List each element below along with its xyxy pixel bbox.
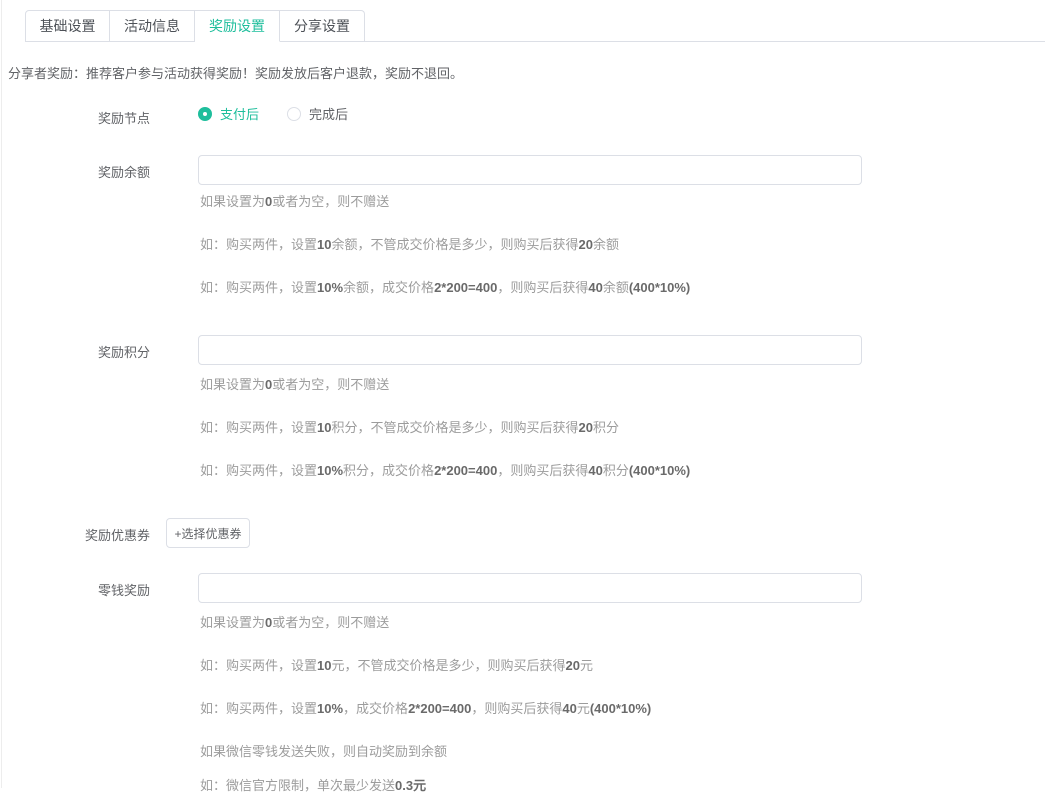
- cash-reward-input[interactable]: [198, 573, 862, 603]
- sharer-reward-intro: 分享者奖励：推荐客户参与活动获得奖励！奖励发放后客户退款，奖励不退回。: [8, 63, 463, 82]
- tab-activity-info[interactable]: 活动信息: [110, 10, 195, 42]
- reward-balance-help-1: 如果设置为0或者为空，则不赠送: [200, 195, 389, 209]
- cash-reward-help-1: 如果设置为0或者为空，则不赠送: [200, 616, 389, 630]
- cash-reward-label: 零钱奖励: [0, 580, 150, 599]
- radio-after-payment-label: 支付后: [220, 104, 259, 123]
- reward-balance-input[interactable]: [198, 155, 862, 185]
- reward-points-input[interactable]: [198, 335, 862, 365]
- reward-balance-help-3: 如：购买两件，设置10%余额，成交价格2*200=400，则购买后获得40余额(…: [200, 281, 690, 295]
- reward-balance-label: 奖励余额: [0, 162, 150, 181]
- reward-node-label: 奖励节点: [0, 108, 150, 127]
- reward-node-radio-group: 支付后 完成后: [198, 104, 376, 123]
- tab-share-settings[interactable]: 分享设置: [280, 10, 365, 42]
- reward-points-help-2: 如：购买两件，设置10积分，不管成交价格是多少，则购买后获得20积分: [200, 421, 619, 435]
- radio-after-completion[interactable]: 完成后: [287, 104, 348, 123]
- settings-tabbar: 基础设置 活动信息 奖励设置 分享设置: [25, 10, 1045, 42]
- tab-reward-settings[interactable]: 奖励设置: [195, 10, 280, 42]
- reward-points-label: 奖励积分: [0, 342, 150, 361]
- cash-reward-help-5-clipped: 如：微信官方限制，单次最少发送0.3元: [200, 779, 426, 793]
- tab-basic-settings[interactable]: 基础设置: [25, 10, 110, 42]
- radio-checked-icon: [198, 107, 212, 121]
- cash-reward-help-4: 如果微信零钱发送失败，则自动奖励到余额: [200, 745, 447, 759]
- reward-points-help-1: 如果设置为0或者为空，则不赠送: [200, 378, 389, 392]
- cash-reward-help-3: 如：购买两件，设置10%，成交价格2*200=400，则购买后获得40元(400…: [200, 702, 651, 716]
- radio-unchecked-icon: [287, 107, 301, 121]
- reward-balance-help-2: 如：购买两件，设置10余额，不管成交价格是多少，则购买后获得20余额: [200, 238, 619, 252]
- reward-points-help-3: 如：购买两件，设置10%积分，成交价格2*200=400，则购买后获得40积分(…: [200, 464, 690, 478]
- reward-coupon-label: 奖励优惠券: [0, 525, 150, 544]
- radio-after-payment[interactable]: 支付后: [198, 104, 259, 123]
- select-coupon-button[interactable]: +选择优惠券: [166, 518, 250, 548]
- cash-reward-help-2: 如：购买两件，设置10元，不管成交价格是多少，则购买后获得20元: [200, 659, 593, 673]
- radio-after-completion-label: 完成后: [309, 104, 348, 123]
